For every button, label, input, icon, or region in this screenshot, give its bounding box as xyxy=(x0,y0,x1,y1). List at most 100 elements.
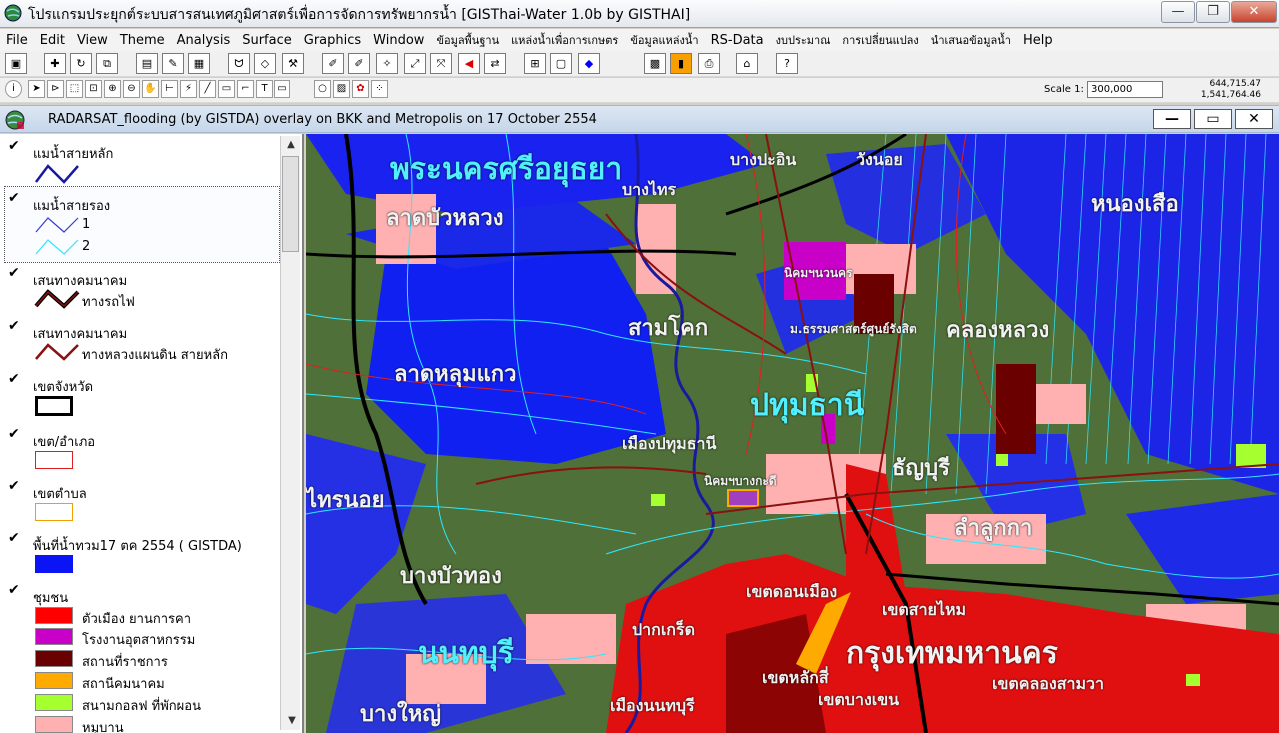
add-theme-icon[interactable]: ✚ xyxy=(44,53,66,74)
theme-checkbox[interactable]: ✔ xyxy=(8,531,21,545)
place-label: นนทบุรี xyxy=(418,636,514,671)
rect-icon[interactable]: ▭ xyxy=(274,80,290,98)
scale-input[interactable]: 300,000 xyxy=(1087,81,1163,98)
hotlink-icon[interactable]: ⚡ xyxy=(180,80,197,98)
theme-title[interactable]: เขต/อำเภอ xyxy=(33,431,95,452)
zoom-in-icon[interactable]: ⊕ xyxy=(104,80,121,98)
save-icon[interactable]: ▣ xyxy=(5,53,27,74)
menu-surface[interactable]: Surface xyxy=(236,33,298,48)
place-label: เมืองปทุมธานี xyxy=(622,434,717,453)
theme-title[interactable]: เขตตำบล xyxy=(33,483,87,504)
select-box-icon[interactable]: ⬚ xyxy=(66,80,83,98)
menu-theme[interactable]: Theme xyxy=(114,33,171,48)
theme-checkbox[interactable]: ✔ xyxy=(8,191,21,205)
menu-graphics[interactable]: Graphics xyxy=(298,33,367,48)
pointer-icon[interactable]: ➤ xyxy=(28,80,45,98)
menu-analysis[interactable]: Analysis xyxy=(171,33,237,48)
place-label: บางไทร xyxy=(622,180,677,199)
color-icon[interactable]: ▮ xyxy=(670,53,692,74)
info-icon[interactable]: i xyxy=(5,80,22,98)
theme-checkbox[interactable]: ✔ xyxy=(8,479,21,493)
view-minimize-button[interactable]: — xyxy=(1153,109,1191,129)
scroll-up-icon[interactable]: ▲ xyxy=(282,136,300,154)
menu-basic-data[interactable]: ข้อมูลพื้นฐาน xyxy=(430,31,505,49)
draw-icon[interactable]: ╱ xyxy=(199,80,216,98)
map-canvas[interactable]: พระนครศรีอยุธยา บางปะอิน วังนอย บางไทร ล… xyxy=(306,134,1279,733)
text-icon[interactable]: T xyxy=(256,80,273,98)
theme-title[interactable]: พื้นที่น้ำทวม17 ตค 2554 ( GISTDA) xyxy=(33,535,242,556)
menu-rs-data[interactable]: RS-Data xyxy=(705,33,770,48)
hammer-icon[interactable]: ⚒ xyxy=(282,53,304,74)
layers-icon[interactable]: ▩ xyxy=(644,53,666,74)
menu-file[interactable]: File xyxy=(0,33,34,48)
magic-icon[interactable]: ✧ xyxy=(376,53,398,74)
theme-checkbox[interactable]: ✔ xyxy=(8,372,21,386)
calculator-icon[interactable]: ▦ xyxy=(188,53,210,74)
layout-icon[interactable]: ⌂ xyxy=(736,53,758,74)
legend-scrollbar[interactable]: ▲ ▼ xyxy=(280,136,300,730)
transport-swatch xyxy=(35,672,73,689)
menu-edit[interactable]: Edit xyxy=(34,33,71,48)
select-grid-icon[interactable]: ⊞ xyxy=(524,53,546,74)
select-area-icon[interactable]: ⊡ xyxy=(85,80,102,98)
golf-swatch xyxy=(35,694,73,711)
copy-icon[interactable]: ⧉ xyxy=(96,53,118,74)
theme-title[interactable]: แมน้ำสายหลัก xyxy=(33,143,113,164)
callout-icon[interactable]: ⌐ xyxy=(237,80,254,98)
menu-budget[interactable]: งบประมาณ xyxy=(770,31,837,49)
locate-icon[interactable]: ◇ xyxy=(254,53,276,74)
theme-checkbox[interactable]: ✔ xyxy=(8,583,21,597)
theme-checkbox[interactable]: ✔ xyxy=(8,427,21,441)
view-title: RADARSAT_flooding (by GISTDA) overlay on… xyxy=(48,112,597,127)
diamond-icon[interactable]: ◆ xyxy=(578,53,600,74)
place-label: ธัญบุรี xyxy=(892,456,950,481)
scroll-down-icon[interactable]: ▼ xyxy=(283,712,301,730)
pencil-icon[interactable]: ✎ xyxy=(162,53,184,74)
palette-icon[interactable]: ✿ xyxy=(352,80,369,98)
close-button[interactable]: ✕ xyxy=(1231,1,1277,23)
frame-icon[interactable]: ▢ xyxy=(550,53,572,74)
binoculars-icon[interactable]: ᗢ xyxy=(228,53,250,74)
menu-view[interactable]: View xyxy=(71,33,114,48)
label-icon[interactable]: ▭ xyxy=(218,80,235,98)
menu-present-water[interactable]: นำเสนอข้อมูลน้ำ xyxy=(925,31,1017,49)
zoom-out-icon[interactable]: ⊖ xyxy=(123,80,140,98)
view-close-button[interactable]: ✕ xyxy=(1235,109,1273,129)
measure-icon[interactable]: ⊢ xyxy=(161,80,178,98)
zoom-full-icon[interactable]: ⤢ xyxy=(404,53,426,74)
theme-title[interactable]: แมน้ำสายรอง xyxy=(33,195,110,216)
zoom-extent-icon[interactable]: ⤧ xyxy=(430,53,452,74)
circle-icon[interactable]: ○ xyxy=(314,80,331,98)
view-maximize-button[interactable]: ▭ xyxy=(1194,109,1232,129)
place-label: ไทรนอย xyxy=(306,488,385,513)
minor-river-2-symbol xyxy=(35,239,79,255)
theme-checkbox[interactable]: ✔ xyxy=(8,266,21,280)
print-icon[interactable]: ⎙ xyxy=(698,53,720,74)
back-arrow-icon[interactable]: ◀ xyxy=(458,53,480,74)
legend-item-label: สถานที่ราชการ xyxy=(82,655,168,670)
refresh-icon[interactable]: ↻ xyxy=(70,53,92,74)
help-pointer-icon[interactable]: ? xyxy=(776,53,798,74)
menu-change[interactable]: การเปลี่ยนแปลง xyxy=(836,31,924,49)
theme-title[interactable]: ชุมชน xyxy=(33,587,68,608)
minimize-button[interactable]: — xyxy=(1161,1,1195,23)
edit-table-icon[interactable]: ✐ xyxy=(322,53,344,74)
grid-dots-icon[interactable]: ⁘ xyxy=(371,80,388,98)
menu-window[interactable]: Window xyxy=(367,33,430,48)
pan-hand-icon[interactable]: ✋ xyxy=(142,80,159,98)
main-toolbar: ▣ ✚ ↻ ⧉ ▤ ✎ ▦ ᗢ ◇ ⚒ ✐ ✐ ✧ ⤢ ⤧ ◀ ⇄ ⊞ ▢ ◆ … xyxy=(0,51,1279,77)
edit-table2-icon[interactable]: ✐ xyxy=(348,53,370,74)
theme-checkbox[interactable]: ✔ xyxy=(8,319,21,333)
image-icon[interactable]: ▨ xyxy=(333,80,350,98)
menu-water-sources[interactable]: ข้อมูลแหล่งน้ำ xyxy=(624,31,704,49)
scroll-thumb[interactable] xyxy=(282,156,299,252)
menu-help[interactable]: Help xyxy=(1017,33,1059,48)
table-icon[interactable]: ▤ xyxy=(136,53,158,74)
next-view-icon[interactable]: ⇄ xyxy=(484,53,506,74)
vertex-icon[interactable]: ⊳ xyxy=(47,80,64,98)
theme-checkbox[interactable]: ✔ xyxy=(8,139,21,153)
menu-agri-water[interactable]: แหล่งน้ำเพื่อการเกษตร xyxy=(505,31,624,49)
maximize-button[interactable]: ❐ xyxy=(1196,1,1230,23)
theme-title[interactable]: เขตจังหวัด xyxy=(33,376,93,397)
view-globe-icon xyxy=(5,110,25,130)
